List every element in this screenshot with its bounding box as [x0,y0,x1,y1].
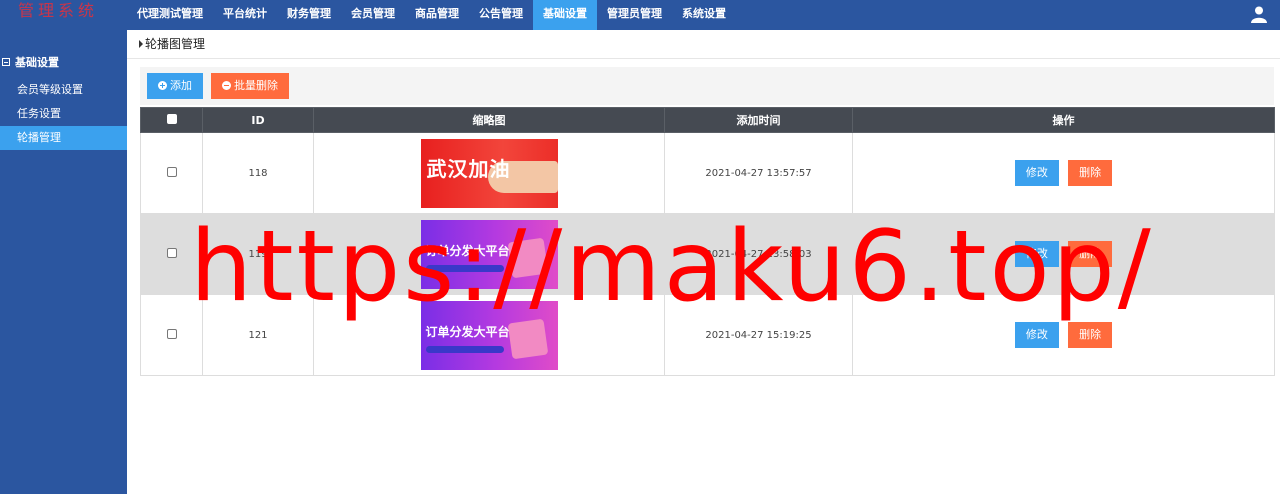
select-all-cell [140,107,203,133]
edit-button[interactable]: 修改 [1014,322,1059,348]
topnav-item-basic-settings[interactable]: 基础设置 [533,0,597,30]
main-content: 轮播图管理 添加 批量删除 ID 缩略图 添加时间 操作 118 武汉加油 20… [127,30,1280,494]
bulk-delete-label: 批量删除 [234,80,278,92]
row-thumbnail-cell: 武汉加油 [313,132,665,214]
topnav-item-finance[interactable]: 财务管理 [277,0,341,30]
collapse-icon[interactable] [2,58,10,66]
thumbnail-text: 订单分发大平台 [425,324,510,339]
col-header-thumbnail: 缩略图 [313,107,665,133]
add-button-label: 添加 [170,80,192,92]
row-checkbox[interactable] [166,166,177,177]
col-header-id: ID [202,107,314,133]
row-checkbox[interactable] [166,328,177,339]
sidebar: 基础设置 会员等级设置 任务设置 轮播管理 [0,30,127,494]
delete-button[interactable]: 删除 [1068,160,1113,186]
top-nav: 代理测试管理 平台统计 财务管理 会员管理 商品管理 公告管理 基础设置 管理员… [127,0,736,30]
row-select-cell [140,132,203,214]
thumbnail-text: 武汉加油 [426,156,511,181]
col-header-actions: 操作 [852,107,1275,133]
sidebar-item-carousel[interactable]: 轮播管理 [0,126,127,150]
thumbnail-pill [425,345,504,353]
carousel-thumbnail: 武汉加油 [420,138,558,208]
topnav-item-admins[interactable]: 管理员管理 [597,0,672,30]
delete-button[interactable]: 删除 [1068,322,1113,348]
plus-circle-icon [158,81,167,90]
table-row: 118 武汉加油 2021-04-27 13:57:57 修改 删除 [140,132,1275,214]
row-select-cell [140,213,203,295]
topnav-item-statistics[interactable]: 平台统计 [213,0,277,30]
topnav-item-agent-test[interactable]: 代理测试管理 [127,0,213,30]
thumbnail-pill [425,264,504,272]
sidebar-item-tasks[interactable]: 任务设置 [0,102,127,126]
sidebar-group-label: 基础设置 [15,56,59,69]
row-id: 119 [202,213,314,295]
table-row: 119 订单分发大平台 2021-04-27 13:58:03 修改 删除 [140,213,1275,295]
caret-right-icon [139,40,143,48]
minus-circle-icon [222,81,231,90]
topnav-item-system-settings[interactable]: 系统设置 [672,0,736,30]
sidebar-item-member-levels[interactable]: 会员等级设置 [0,78,127,102]
edit-button[interactable]: 修改 [1014,241,1059,267]
page-title: 轮播图管理 [145,37,206,51]
top-bar: 管理系统 代理测试管理 平台统计 财务管理 会员管理 商品管理 公告管理 基础设… [0,0,1280,30]
user-icon[interactable] [1250,5,1268,23]
row-checkbox[interactable] [166,247,177,258]
row-added-time: 2021-04-27 15:19:25 [664,294,853,376]
row-id: 121 [202,294,314,376]
bulk-delete-button[interactable]: 批量删除 [211,73,289,99]
edit-button[interactable]: 修改 [1014,160,1059,186]
add-button[interactable]: 添加 [147,73,203,99]
row-actions: 修改 删除 [852,132,1275,214]
breadcrumb: 轮播图管理 [127,30,1280,59]
thumbnail-text: 订单分发大平台 [425,243,510,258]
sidebar-group-basic-settings[interactable]: 基础设置 [0,52,127,72]
carousel-table: ID 缩略图 添加时间 操作 118 武汉加油 2021-04-27 13:57… [140,107,1275,376]
topnav-item-members[interactable]: 会员管理 [341,0,405,30]
row-added-time: 2021-04-27 13:58:03 [664,213,853,295]
col-header-added-time: 添加时间 [664,107,853,133]
carousel-thumbnail: 订单分发大平台 [420,300,558,370]
row-thumbnail-cell: 订单分发大平台 [313,294,665,376]
row-added-time: 2021-04-27 13:57:57 [664,132,853,214]
table-header-row: ID 缩略图 添加时间 操作 [140,107,1275,133]
topnav-item-products[interactable]: 商品管理 [405,0,469,30]
topnav-item-announcements[interactable]: 公告管理 [469,0,533,30]
row-thumbnail-cell: 订单分发大平台 [313,213,665,295]
table-row: 121 订单分发大平台 2021-04-27 15:19:25 修改 删除 [140,294,1275,376]
app-logo: 管理系统 [18,1,99,20]
row-actions: 修改 删除 [852,294,1275,376]
gift-graphic [507,318,548,359]
gift-graphic [507,237,548,278]
row-actions: 修改 删除 [852,213,1275,295]
row-id: 118 [202,132,314,214]
toolbar: 添加 批量删除 [140,67,1274,105]
select-all-checkbox[interactable] [166,113,177,124]
carousel-thumbnail: 订单分发大平台 [420,219,558,289]
delete-button[interactable]: 删除 [1068,241,1113,267]
row-select-cell [140,294,203,376]
